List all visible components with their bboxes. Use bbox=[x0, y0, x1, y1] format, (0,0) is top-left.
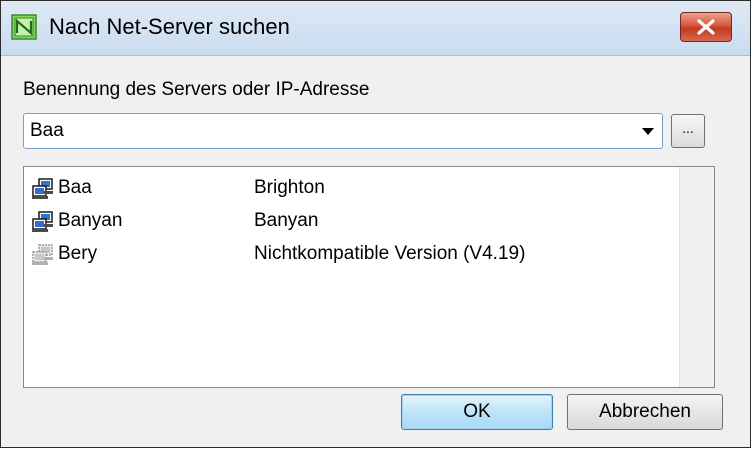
ok-button[interactable]: OK bbox=[401, 394, 553, 430]
list-item[interactable]: Bery Nichtkompatible Version (V4.19) bbox=[30, 240, 670, 270]
server-name: Bery bbox=[58, 243, 98, 264]
search-net-server-dialog: Nach Net-Server suchen Benennung des Ser… bbox=[0, 0, 751, 448]
server-address-combobox[interactable]: Baa bbox=[23, 113, 663, 149]
server-description: Nichtkompatible Version (V4.19) bbox=[254, 243, 526, 264]
server-name: Baa bbox=[58, 177, 92, 198]
server-computer-icon bbox=[32, 178, 54, 200]
server-field-label: Benennung des Servers oder IP-Adresse bbox=[23, 79, 370, 100]
cancel-button[interactable]: Abbrechen bbox=[567, 394, 723, 430]
server-description: Banyan bbox=[254, 210, 319, 231]
window-title: Nach Net-Server suchen bbox=[49, 14, 290, 39]
server-name: Banyan bbox=[58, 210, 123, 231]
net-server-app-icon bbox=[11, 14, 37, 40]
list-item[interactable]: Banyan Banyan bbox=[30, 207, 670, 237]
server-description: Brighton bbox=[254, 177, 325, 198]
server-incompatible-icon bbox=[32, 244, 54, 266]
server-computer-icon bbox=[32, 211, 54, 233]
close-button[interactable] bbox=[680, 12, 732, 42]
list-item[interactable]: Baa Brighton bbox=[30, 174, 670, 204]
server-list[interactable]: Baa Brighton Banyan Banyan Bery Nichtkom… bbox=[23, 166, 715, 388]
chevron-down-icon[interactable] bbox=[642, 128, 654, 135]
title-bar[interactable]: Nach Net-Server suchen bbox=[1, 1, 750, 56]
list-scrollbar[interactable] bbox=[679, 167, 714, 387]
close-icon bbox=[697, 19, 715, 35]
server-address-value[interactable]: Baa bbox=[30, 120, 64, 142]
browse-button[interactable]: ... bbox=[671, 114, 705, 148]
